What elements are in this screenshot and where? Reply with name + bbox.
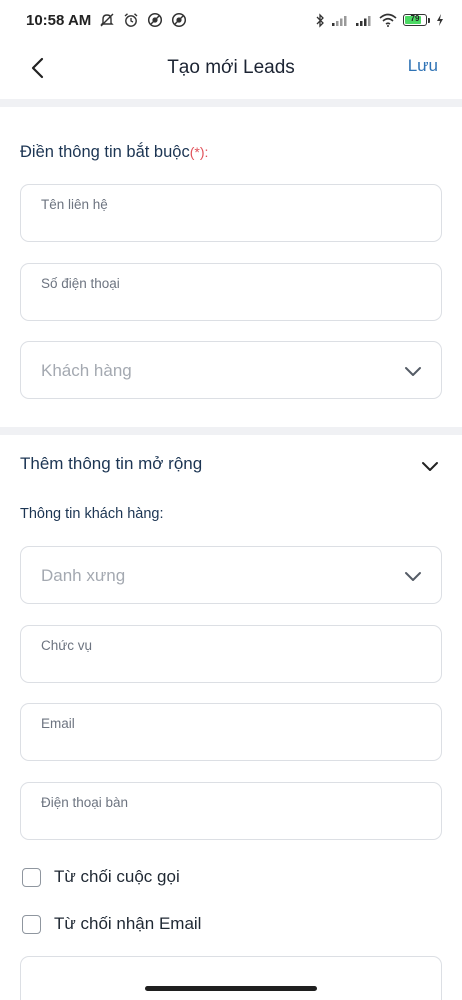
decline-email-label: Từ chối nhận Email bbox=[54, 914, 202, 933]
required-mark: (*): bbox=[189, 144, 209, 160]
phone-field[interactable]: Số điện thoại bbox=[20, 263, 442, 321]
battery-icon: 79 bbox=[403, 14, 430, 26]
contact-name-field[interactable]: Tên liên hệ bbox=[20, 184, 442, 242]
customer-info-subtitle: Thông tin khách hàng: bbox=[20, 506, 164, 522]
home-indicator[interactable] bbox=[145, 986, 317, 991]
mute-icon bbox=[99, 12, 115, 28]
chevron-down-icon bbox=[422, 462, 438, 471]
signal-icon bbox=[355, 14, 373, 26]
salutation-placeholder: Danh xưng bbox=[41, 566, 126, 585]
position-field[interactable]: Chức vụ bbox=[20, 625, 442, 683]
landline-field[interactable]: Điện thoại bàn bbox=[20, 782, 442, 840]
email-field[interactable]: Email bbox=[20, 703, 442, 761]
vpn-icon bbox=[147, 12, 163, 28]
status-right: 79 bbox=[315, 12, 444, 28]
decline-email-checkbox[interactable] bbox=[22, 914, 41, 934]
required-section-title: Điền thông tin bắt buộc(*): bbox=[20, 143, 208, 162]
extended-info-toggle[interactable]: Thêm thông tin mở rộng bbox=[20, 451, 442, 481]
app-header: Tạo mới Leads Lưu bbox=[0, 40, 462, 96]
status-left: 10:58 AM bbox=[26, 12, 187, 29]
decline-call-checkbox-row[interactable]: Từ chối cuộc gọi bbox=[22, 865, 180, 889]
next-field-partial[interactable] bbox=[20, 956, 442, 1000]
contact-name-label: Tên liên hệ bbox=[41, 197, 108, 212]
back-button[interactable] bbox=[24, 54, 52, 82]
extended-section-title: Thêm thông tin mở rộng bbox=[20, 454, 203, 473]
position-label: Chức vụ bbox=[41, 638, 93, 653]
save-button[interactable]: Lưu bbox=[408, 56, 438, 76]
status-time: 10:58 AM bbox=[26, 11, 92, 29]
customer-placeholder: Khách hàng bbox=[41, 361, 132, 380]
decline-call-checkbox[interactable] bbox=[22, 867, 41, 887]
wifi-icon bbox=[379, 13, 397, 27]
vpn-icon bbox=[171, 12, 187, 28]
chevron-left-icon bbox=[31, 57, 44, 79]
section-divider bbox=[0, 427, 462, 435]
page-title: Tạo mới Leads bbox=[167, 57, 295, 78]
phone-label: Số điện thoại bbox=[41, 276, 120, 291]
alarm-icon bbox=[123, 12, 139, 28]
chevron-down-icon bbox=[405, 572, 421, 581]
decline-email-checkbox-row[interactable]: Từ chối nhận Email bbox=[22, 912, 201, 936]
battery-level: 79 bbox=[410, 14, 420, 23]
customer-select[interactable]: Khách hàng bbox=[20, 341, 442, 399]
section-divider bbox=[0, 99, 462, 107]
signal-icon bbox=[331, 14, 349, 26]
landline-label: Điện thoại bàn bbox=[41, 795, 129, 810]
salutation-select[interactable]: Danh xưng bbox=[20, 546, 442, 604]
decline-call-label: Từ chối cuộc gọi bbox=[54, 867, 180, 886]
chevron-down-icon bbox=[405, 367, 421, 376]
charging-icon bbox=[436, 13, 444, 27]
status-bar: 10:58 AM 79 bbox=[0, 0, 462, 40]
bluetooth-icon bbox=[315, 12, 325, 28]
email-label: Email bbox=[41, 716, 75, 731]
required-section-label: Điền thông tin bắt buộc bbox=[20, 143, 190, 161]
